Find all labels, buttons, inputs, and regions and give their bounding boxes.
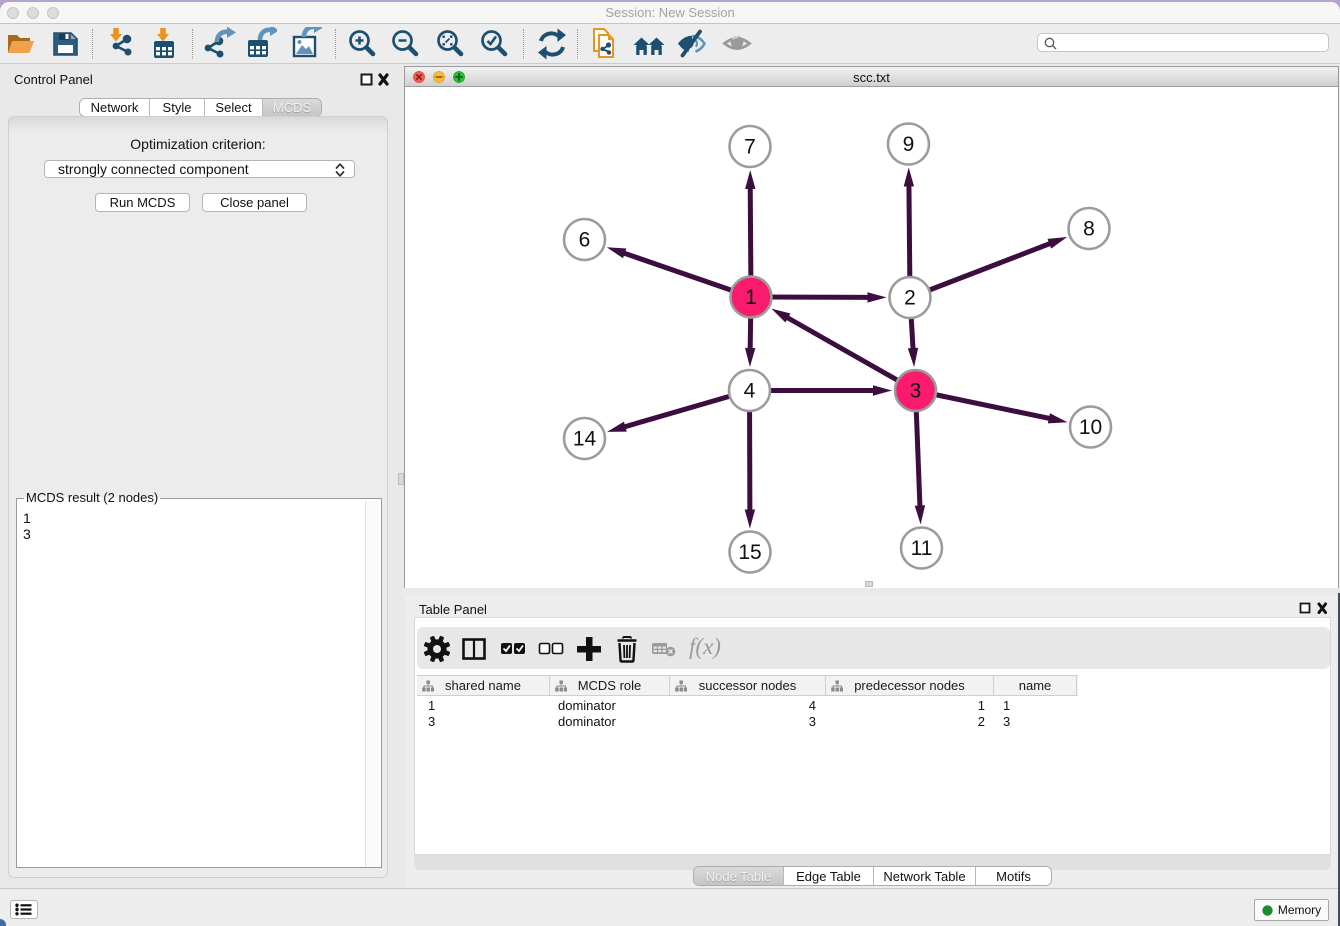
svg-text:4: 4	[744, 380, 756, 403]
svg-text:6: 6	[579, 229, 591, 252]
svg-text:2: 2	[904, 287, 916, 310]
svg-text:9: 9	[903, 133, 915, 156]
svg-text:7: 7	[744, 136, 756, 159]
svg-text:11: 11	[911, 537, 933, 560]
svg-text:3: 3	[910, 380, 922, 403]
svg-text:8: 8	[1083, 218, 1095, 241]
svg-text:10: 10	[1079, 416, 1102, 439]
svg-text:14: 14	[573, 428, 597, 451]
svg-text:15: 15	[738, 541, 761, 564]
svg-text:1: 1	[745, 286, 757, 309]
